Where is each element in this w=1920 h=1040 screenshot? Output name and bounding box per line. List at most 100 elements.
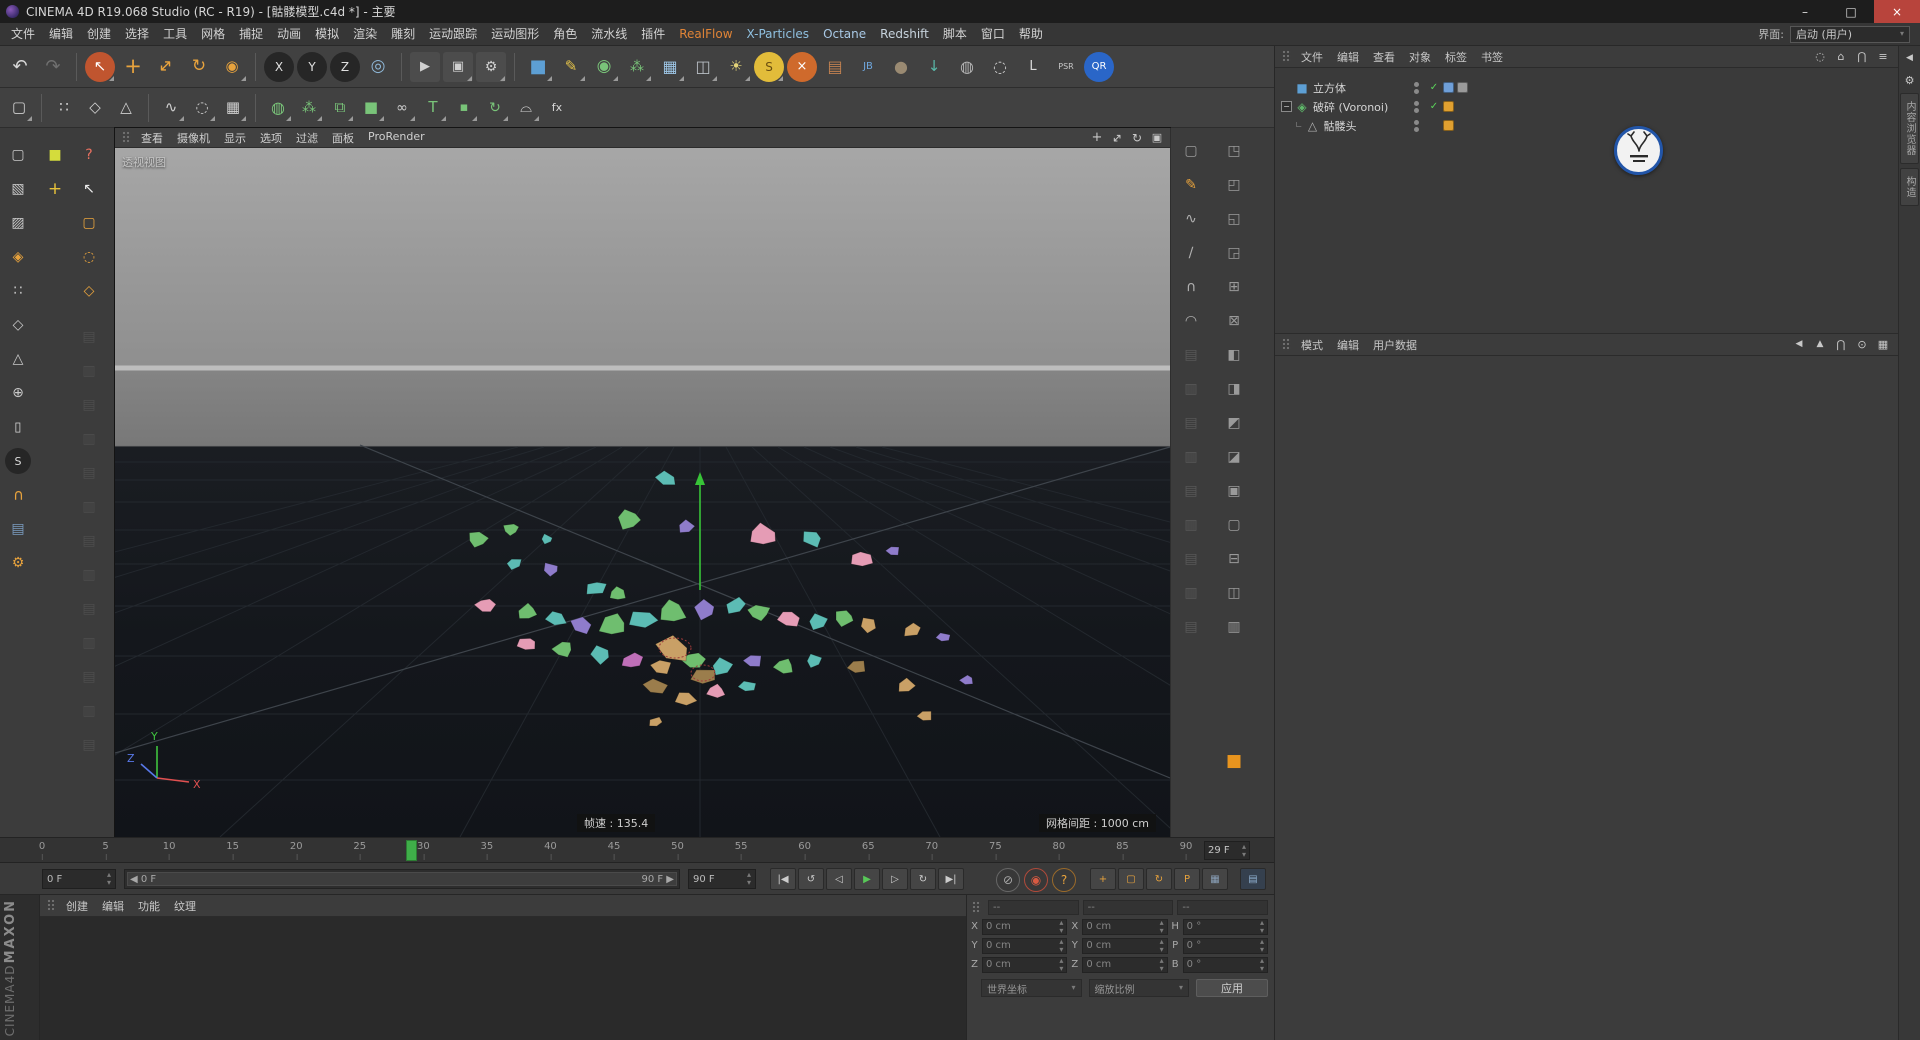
record-position-icon[interactable]: + (1090, 868, 1116, 890)
knife-tool-icon[interactable]: ∕ (1178, 240, 1204, 266)
redo-icon[interactable]: ↷ (38, 52, 68, 82)
object-label[interactable]: 破碎 (Voronoi) (1313, 99, 1388, 115)
menu-网格[interactable]: 网格 (194, 23, 232, 45)
light-icon[interactable]: ☀ (721, 52, 751, 82)
enabled-check[interactable]: ✓ (1425, 101, 1443, 112)
make-editable-icon[interactable]: ▢ (5, 142, 31, 168)
wireframe-tool-icon[interactable]: ▢ (1178, 138, 1204, 164)
lock-icon[interactable]: ⋂ (1832, 336, 1850, 354)
panel-options-icon[interactable]: ▦ (1874, 336, 1892, 354)
nav-up-icon[interactable]: ▲ (1811, 336, 1829, 354)
cube-op-icon[interactable]: ◲ (1221, 240, 1247, 266)
prev-frame-button[interactable]: ◁ (826, 868, 852, 890)
prev-key-button[interactable]: ↺ (798, 868, 824, 890)
palette-grip[interactable] (47, 899, 56, 912)
workplane-mode-icon[interactable]: ◈ (5, 244, 31, 270)
structure-item-icon[interactable]: ▤ (76, 528, 102, 554)
add-cube-icon[interactable]: ■ (523, 52, 553, 82)
menu-X-Particles[interactable]: X-Particles (740, 23, 817, 45)
grid-array-icon[interactable]: ▦ (219, 94, 247, 122)
coord-field-H[interactable]: 0 °▴▾ (1183, 919, 1268, 935)
motext-icon[interactable]: T (419, 94, 447, 122)
home-icon[interactable]: ⌂ (1832, 48, 1850, 66)
texture-mode-icon[interactable]: ▨ (5, 210, 31, 236)
viewport-canvas[interactable]: YXZ 查看摄像机显示选项过滤面板ProRender +↔↻▣ 透视视图 帧速 … (115, 128, 1170, 837)
coord-header-2[interactable]: -- (1177, 900, 1268, 915)
range-start-field[interactable]: 0 F▴▾ (42, 869, 116, 889)
model-mode-icon[interactable]: ▧ (5, 176, 31, 202)
layer-lock-icon[interactable]: ▤ (5, 516, 31, 542)
viewport-menu-显示[interactable]: 显示 (217, 130, 253, 146)
coord-field-B[interactable]: 0 °▴▾ (1183, 957, 1268, 973)
render-region-cube-icon[interactable]: ■ (1221, 748, 1247, 774)
points-mode-icon[interactable]: ∷ (5, 278, 31, 304)
viewport-menu-ProRender[interactable]: ProRender (361, 130, 432, 146)
structure-item-icon[interactable]: ▥ (76, 698, 102, 724)
object-tag[interactable] (1457, 82, 1468, 93)
xparticles-ball-icon[interactable]: × (787, 52, 817, 82)
attribute-menu-用户数据[interactable]: 用户数据 (1366, 337, 1424, 353)
view-label[interactable]: 透视视图 (122, 154, 166, 170)
smooth-tool-icon[interactable]: ◠ (1178, 308, 1204, 334)
lock-y-axis-icon[interactable]: Y (297, 52, 327, 82)
object-menu-对象[interactable]: 对象 (1402, 49, 1438, 65)
cube-op-icon[interactable]: ⊞ (1221, 274, 1247, 300)
import-icon[interactable]: ↓ (919, 52, 949, 82)
timeline-ruler[interactable]: 051015202530354045505560657075808590 29 … (0, 837, 1274, 863)
coord-field-Y[interactable]: 0 cm▴▾ (1082, 938, 1167, 954)
menu-雕刻[interactable]: 雕刻 (384, 23, 422, 45)
green-cube-icon[interactable]: ■ (357, 94, 385, 122)
minimize-button[interactable]: – (1782, 0, 1828, 23)
search-icon[interactable]: ◌ (1811, 48, 1829, 66)
visibility-dots[interactable] (1407, 82, 1425, 94)
viewport-menu-摄像机[interactable]: 摄像机 (170, 130, 217, 146)
coord-header-1[interactable]: -- (1083, 900, 1174, 915)
menu-工具[interactable]: 工具 (156, 23, 194, 45)
magnet-tool-icon[interactable]: ∪ (1178, 274, 1204, 300)
workplane-l-icon[interactable]: L (1018, 52, 1048, 82)
goto-start-button[interactable]: |◀ (770, 868, 796, 890)
object-tag[interactable] (1443, 101, 1454, 112)
side-tab-构造[interactable]: 构造 (1900, 168, 1919, 206)
object-menu-编辑[interactable]: 编辑 (1330, 49, 1366, 65)
structure-tool-icon[interactable]: ▤ (1178, 614, 1204, 640)
menu-文件[interactable]: 文件 (4, 23, 42, 45)
menu-模拟[interactable]: 模拟 (308, 23, 346, 45)
coord-field-Z[interactable]: 0 cm▴▾ (1082, 957, 1167, 973)
make-editable-icon[interactable]: ▢ (5, 94, 33, 122)
playhead[interactable] (406, 840, 417, 861)
select-arrow-icon[interactable]: ↖ (76, 176, 102, 202)
cube-op-icon[interactable]: ▥ (1221, 614, 1247, 640)
structure-item-icon[interactable]: ▤ (76, 324, 102, 350)
autokey-button[interactable]: ◉ (1024, 868, 1048, 892)
palette-grip[interactable] (122, 131, 131, 144)
cluster-deformer-icon[interactable]: ⁂ (295, 94, 323, 122)
coordinate-system-select[interactable]: 世界坐标▾ (981, 979, 1082, 997)
floor-icon[interactable]: ▦ (655, 52, 685, 82)
menu-角色[interactable]: 角色 (546, 23, 584, 45)
menu-编辑[interactable]: 编辑 (42, 23, 80, 45)
structure-tool-icon[interactable]: ▥ (1178, 444, 1204, 470)
last-tool-icon[interactable]: ◉ (217, 52, 247, 82)
next-frame-button[interactable]: ▷ (882, 868, 908, 890)
visibility-dots[interactable] (1407, 120, 1425, 132)
interface-select[interactable]: 启动 (用户)▾ (1790, 26, 1910, 43)
maximize-button[interactable]: □ (1828, 0, 1874, 23)
sculpt-brush-icon[interactable]: ∿ (1178, 206, 1204, 232)
polygons-mode-icon[interactable]: △ (5, 346, 31, 372)
close-button[interactable]: × (1874, 0, 1920, 23)
structure-item-icon[interactable]: ▤ (76, 460, 102, 486)
menu-RealFlow[interactable]: RealFlow (672, 23, 739, 45)
axis-mode-icon[interactable]: ⊕ (5, 380, 31, 406)
nav-back-icon[interactable]: ◀ (1790, 336, 1808, 354)
live-selection-icon[interactable]: ↖ (85, 52, 115, 82)
pan-view-icon[interactable]: + (1088, 129, 1106, 147)
preview-range-slider[interactable]: ◀ 0 F 90 F ▶ (124, 869, 680, 889)
expander-icon[interactable]: − (1281, 101, 1292, 112)
volume-builder-icon[interactable]: ⧉ (326, 94, 354, 122)
menu-捕捉[interactable]: 捕捉 (232, 23, 270, 45)
scale-tool-icon[interactable]: ↔ (151, 52, 181, 82)
side-tab-内容浏览器[interactable]: 内容浏览器 (1900, 93, 1919, 164)
cube-op-icon[interactable]: ◧ (1221, 342, 1247, 368)
material-menu-创建[interactable]: 创建 (59, 898, 95, 914)
